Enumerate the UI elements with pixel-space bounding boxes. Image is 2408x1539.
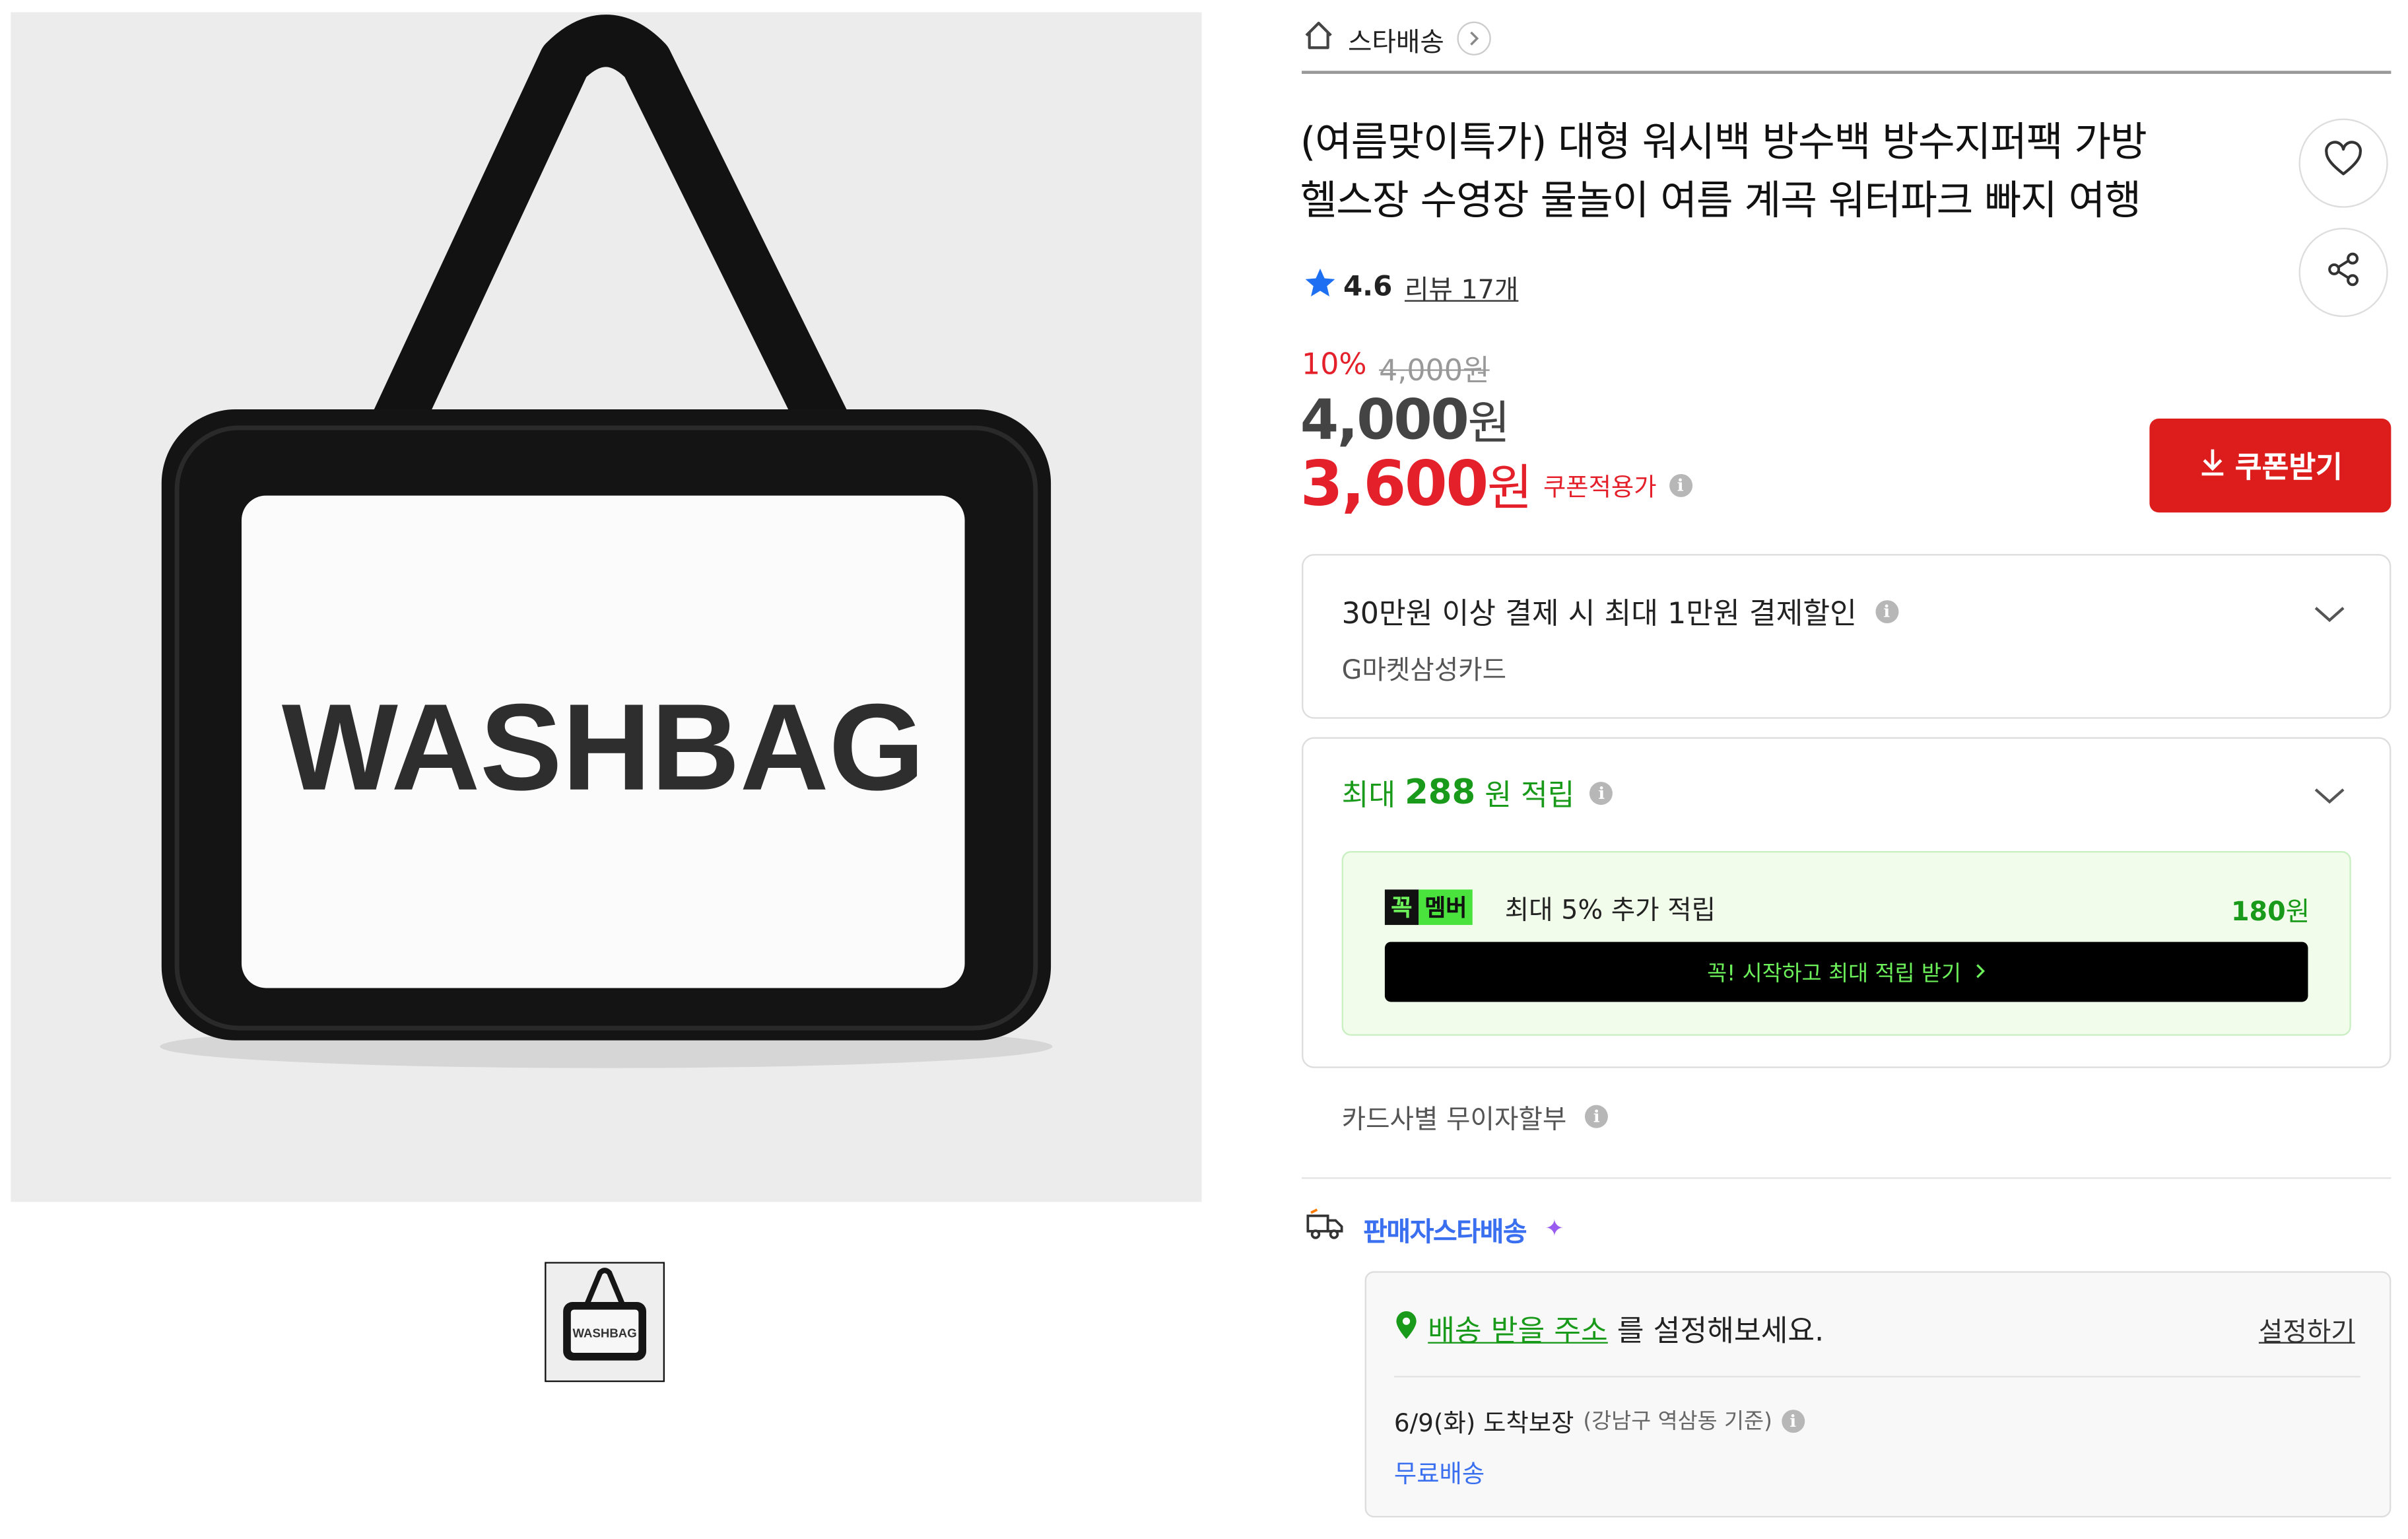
installment-info[interactable]: 카드사별 무이자할부 i	[1342, 1097, 1609, 1136]
info-icon[interactable]: i	[1585, 1105, 1609, 1128]
star-icon	[1303, 266, 1337, 306]
set-address-link[interactable]: 설정하기	[2259, 1310, 2355, 1348]
free-shipping: 무료배송	[1393, 1458, 1485, 1489]
address-prompt: 배송 받을 주소 를 설정해보세요.	[1394, 1308, 1824, 1350]
coupon-button-label: 쿠폰받기	[2234, 450, 2343, 485]
chevron-down-icon[interactable]	[2312, 597, 2346, 631]
coupon-price-label: 쿠폰적용가	[1543, 472, 1657, 502]
coupon-button[interactable]: 쿠폰받기	[2149, 419, 2391, 513]
rating-score: 4.6	[1343, 270, 1393, 303]
card-name: G마켓삼성카드	[1341, 656, 1507, 687]
info-icon[interactable]: i	[1875, 600, 1898, 624]
breadcrumb[interactable]: 스타배송	[1302, 15, 1490, 61]
product-thumbnail[interactable]: WASHBAG	[545, 1262, 665, 1383]
address-link[interactable]: 배송 받을 주소	[1428, 1308, 1608, 1350]
truck-icon	[1305, 1208, 1345, 1248]
member-badge: 꼭 멤버	[1384, 889, 1473, 925]
washbag-text: WASHBAG	[282, 678, 925, 816]
price-row: 10% 4,000원	[1302, 348, 1490, 390]
info-icon[interactable]: i	[1781, 1409, 1805, 1432]
card-discount-panel[interactable]	[1302, 554, 2391, 719]
card-discount-title: 30만원 이상 결제 시 최대 1만원 결제할인 i	[1342, 591, 1898, 633]
shipping-header: 판매자스타배송 ✦	[1305, 1208, 1564, 1248]
points-prefix: 최대	[1341, 778, 1396, 813]
washbag-illustration: WASHBAG	[11, 12, 1202, 1202]
like-button[interactable]	[2298, 118, 2388, 208]
points-suffix: 적립	[1520, 778, 1575, 813]
coupon-price: 3,600원 쿠폰적용가 i	[1300, 450, 1692, 520]
original-price: 4,000원	[1379, 354, 1490, 388]
info-icon[interactable]: i	[1669, 473, 1692, 496]
coupon-price-amount: 3,600원	[1300, 449, 1533, 520]
share-icon	[2324, 250, 2364, 296]
member-start-button[interactable]: 꼭! 시작하고 최대 적립 받기	[1384, 941, 2308, 1002]
chevron-down-icon[interactable]	[2312, 778, 2346, 812]
member-points-amount: 180원	[2231, 889, 2310, 928]
points-unit: 원	[1485, 778, 1512, 813]
review-link[interactable]: 리뷰 17개	[1405, 267, 1518, 306]
member-points-unit: 원	[2285, 897, 2310, 928]
breadcrumb-label[interactable]: 스타배송	[1348, 19, 1444, 58]
sale-price-amount: 4,000	[1300, 389, 1469, 453]
chevron-right-icon[interactable]	[1456, 21, 1490, 55]
chevron-right-icon	[1974, 959, 1986, 984]
home-icon	[1302, 18, 1335, 59]
download-icon	[2198, 446, 2226, 485]
sale-price: 4,000원	[1300, 385, 1510, 453]
eta-note: (강남구 역삼동 기준)	[1583, 1410, 1772, 1435]
coupon-price-currency: 원	[1487, 458, 1533, 518]
divider	[1302, 71, 2391, 74]
product-title-line2: 헬스장 수영장 물놀이 여름 계곡 워터파크 빠지 여행	[1300, 178, 2141, 225]
sale-price-currency: 원	[1467, 397, 1510, 451]
member-start-label: 꼭! 시작하고 최대 적립 받기	[1707, 961, 1961, 986]
heart-icon	[2324, 140, 2364, 186]
location-pin-icon	[1394, 1310, 1419, 1348]
rating: 4.6 리뷰 17개	[1303, 266, 1518, 306]
installment-label: 카드사별 무이자할부	[1341, 1105, 1567, 1136]
coupon-price-number: 3,600	[1300, 449, 1489, 520]
member-points-number: 180	[2230, 897, 2286, 928]
divider	[1302, 1177, 2391, 1179]
card-discount-text: 30만원 이상 결제 시 최대 1만원 결제할인	[1341, 597, 1857, 631]
info-icon[interactable]: i	[1589, 782, 1613, 805]
sparkle-icon: ✦	[1545, 1214, 1564, 1243]
eta-text: 6/9(화) 도착보장	[1393, 1408, 1574, 1438]
divider	[1393, 1375, 2360, 1378]
points-amount: 288	[1405, 774, 1476, 813]
thumbnail-text: WASHBAG	[572, 1326, 636, 1340]
member-badge-left: 꼭	[1384, 889, 1419, 925]
thumbnail-illustration: WASHBAG	[546, 1263, 663, 1381]
address-suffix: 를 설정해보세요.	[1617, 1314, 1824, 1348]
discount-rate: 10%	[1302, 347, 1367, 382]
product-title: (여름맞이특가) 대형 워시백 방수백 방수지퍼팩 가방 헬스장 수영장 물놀이…	[1300, 114, 2254, 230]
delivery-eta: 6/9(화) 도착보장 (강남구 역삼동 기준) i	[1394, 1402, 1805, 1439]
member-benefit-text: 최대 5% 추가 적립	[1504, 895, 1716, 927]
product-main-image[interactable]: WASHBAG	[11, 12, 1202, 1202]
member-badge-right: 멤버	[1418, 889, 1473, 925]
points-title: 최대 288 원 적립 i	[1342, 772, 1613, 814]
share-button[interactable]	[2298, 227, 2388, 318]
product-title-line1: (여름맞이특가) 대형 워시백 방수백 방수지퍼팩 가방	[1300, 120, 2147, 166]
shipping-label: 판매자스타배송	[1363, 1216, 1527, 1248]
